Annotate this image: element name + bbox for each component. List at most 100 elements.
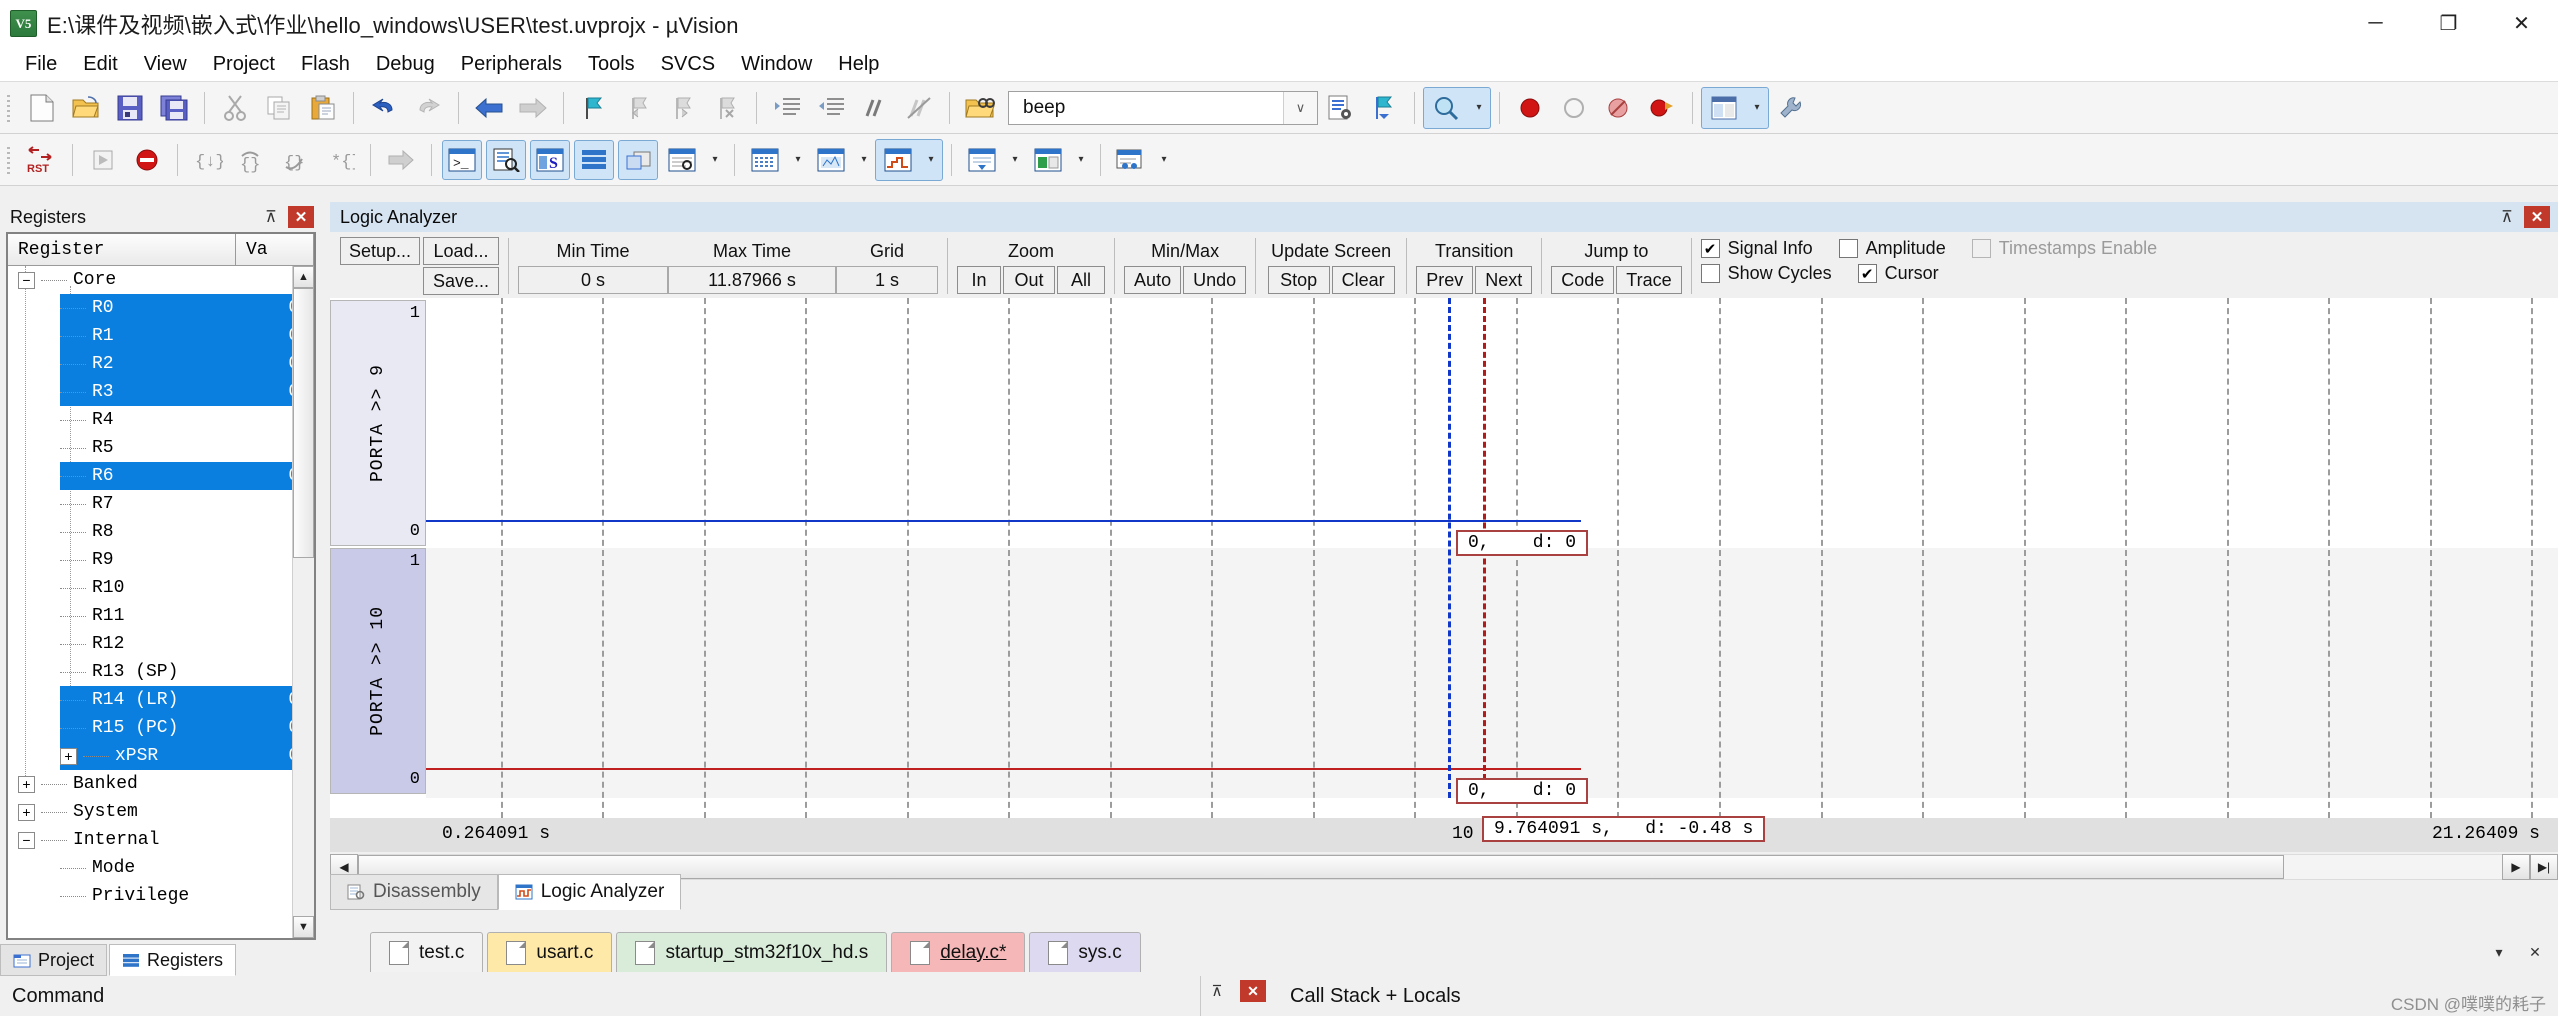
close-icon[interactable]: ✕ [2522,939,2548,965]
chevron-down-icon[interactable]: ▾ [1004,140,1026,180]
register-row[interactable]: R100x [8,574,314,602]
menu-item-svcs[interactable]: SVCS [648,50,728,79]
registers-grid-body[interactable]: −CoreR00xR10xR20xR30xR40xR50xR60xR70xR80… [8,266,314,938]
close-button[interactable]: ✕ [2485,0,2558,47]
reset-icon[interactable]: RST [22,140,62,180]
file-tab-delay-c[interactable]: delay.c* [891,932,1025,972]
undo-icon[interactable] [364,88,404,128]
pin-icon[interactable]: ⊼ [260,206,282,228]
minimize-button[interactable]: ─ [2339,0,2412,47]
scroll-down-icon[interactable]: ▼ [293,916,314,938]
zoom-in-button[interactable]: In [957,266,1001,294]
setup-button[interactable]: Setup... [340,237,420,265]
register-row[interactable]: +Banked [8,770,314,798]
close-icon[interactable]: ✕ [1240,980,1266,1002]
serial-window-combo[interactable]: ▾ [809,140,875,180]
register-row[interactable]: R90x [8,546,314,574]
menu-item-file[interactable]: File [12,50,70,79]
checkbox-amplitude[interactable]: Amplitude [1839,238,1946,259]
tab-project[interactable]: Project [0,944,107,976]
register-row[interactable]: R10x [60,322,298,350]
register-row[interactable]: R30x [60,378,298,406]
stop-icon[interactable] [127,140,167,180]
registers-window-icon[interactable] [574,140,614,180]
system-viewer-combo[interactable]: ▾ [1026,140,1092,180]
analysis-window-icon[interactable] [878,140,918,180]
transition-next-button[interactable]: Next [1475,266,1532,294]
find-combo[interactable]: ▾ [1423,87,1491,129]
register-row[interactable]: R50x [8,434,314,462]
minmax-auto-button[interactable]: Auto [1124,266,1181,294]
signal-label-porta9[interactable]: PORTA >> 9 [330,300,426,546]
trace-window-combo[interactable]: ▾ [960,140,1026,180]
comment-icon[interactable] [855,88,895,128]
checkbox-box[interactable] [1701,264,1720,283]
menu-item-debug[interactable]: Debug [363,50,448,79]
bookmark-jump-icon[interactable] [1364,88,1404,128]
register-row[interactable]: −Core [8,266,314,294]
jump-trace-button[interactable]: Trace [1616,266,1681,294]
register-row[interactable]: R60x [60,462,298,490]
step-icon[interactable]: {↓} [188,140,228,180]
call-stack-icon[interactable] [618,140,658,180]
save-icon[interactable] [110,88,150,128]
build-settings-icon[interactable] [1771,88,1811,128]
grid-value[interactable]: 1 s [836,266,938,294]
watch-window-icon[interactable] [662,140,702,180]
memory-window-icon[interactable] [745,140,785,180]
maximize-button[interactable]: ❐ [2412,0,2485,47]
close-icon[interactable]: ✕ [288,206,314,228]
registers-vertical-scrollbar[interactable]: ▲ ▼ [292,266,314,938]
checkbox-signal-info[interactable]: ✔ Signal Info [1701,238,1813,259]
update-clear-button[interactable]: Clear [1332,266,1395,294]
collapse-icon[interactable]: − [18,832,35,849]
tab-registers[interactable]: Registers [109,944,236,976]
step-out-icon[interactable]: {} [276,140,316,180]
chevron-down-icon[interactable]: ▾ [1070,140,1092,180]
register-row[interactable]: −Internal [8,826,314,854]
scroll-thumb[interactable] [293,288,314,558]
toolbar-grip[interactable] [4,91,14,125]
register-row[interactable]: PrivilegePr [8,882,314,910]
chevron-down-icon[interactable]: ▾ [2486,939,2512,965]
save-all-icon[interactable] [154,88,194,128]
collapse-icon[interactable]: − [18,272,35,289]
uncomment-icon[interactable] [899,88,939,128]
open-file-icon[interactable] [66,88,106,128]
register-row[interactable]: R14 (LR)0x [60,686,298,714]
bookmark-toggle-icon[interactable] [574,88,614,128]
step-over-icon[interactable]: {} [232,140,272,180]
zoom-out-button[interactable]: Out [1003,266,1055,294]
register-row[interactable]: R120x [8,630,314,658]
symbols-window-icon[interactable]: S [530,140,570,180]
project-target-combo[interactable]: beep ∨ [1008,91,1318,125]
serial-window-icon[interactable] [811,140,851,180]
analysis-window-combo[interactable]: ▾ [875,139,943,181]
paste-icon[interactable] [303,88,343,128]
chevron-down-icon[interactable]: ▾ [920,140,942,180]
column-header-register[interactable]: Register [8,234,236,265]
insert-breakpoint-icon[interactable] [1510,88,1550,128]
menu-item-flash[interactable]: Flash [288,50,363,79]
system-viewer-icon[interactable] [1028,140,1068,180]
run-to-cursor-icon[interactable]: *{} [320,140,360,180]
column-header-value[interactable]: Va [236,234,314,265]
waveform-plot[interactable]: PORTA >> 9 PORTA >> 10 1 0 1 0 [330,298,2558,818]
max-time-value[interactable]: 11.87966 s [668,266,836,294]
register-row[interactable]: +System [8,798,314,826]
chevron-down-icon[interactable]: ▾ [1153,140,1175,180]
expand-icon[interactable]: + [18,804,35,821]
expand-icon[interactable]: + [60,748,77,765]
menu-item-view[interactable]: View [131,50,200,79]
navigate-back-icon[interactable] [469,88,509,128]
show-next-statement-icon[interactable] [381,140,421,180]
memory-window-combo[interactable]: ▾ [743,140,809,180]
file-tab-sys-c[interactable]: sys.c [1029,932,1140,972]
minmax-undo-button[interactable]: Undo [1183,266,1246,294]
menu-item-tools[interactable]: Tools [575,50,648,79]
configure-icon[interactable] [1320,88,1360,128]
outdent-icon[interactable] [811,88,851,128]
kill-breakpoints-icon[interactable] [1554,88,1594,128]
toolbox-icon[interactable] [1111,140,1151,180]
indent-icon[interactable] [767,88,807,128]
